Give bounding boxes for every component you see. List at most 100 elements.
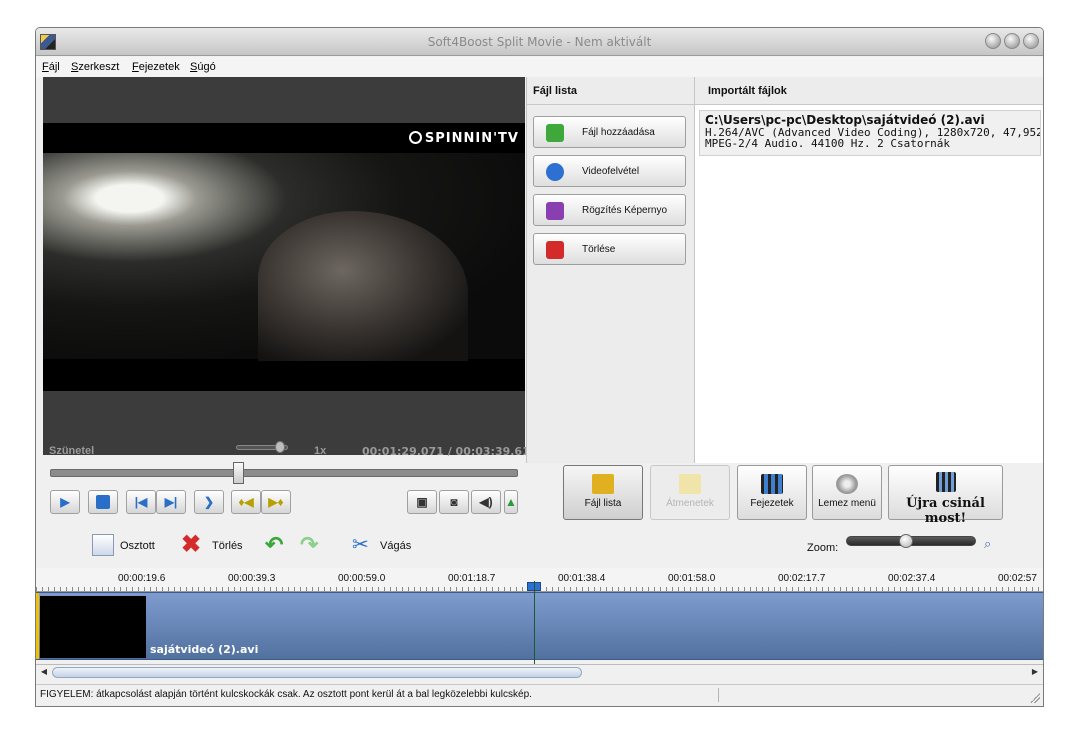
- menu-chapters[interactable]: Fejezetek: [132, 61, 180, 73]
- ruler-tick-label: 00:01:38.4: [558, 573, 606, 584]
- arrow-up-icon: ▲: [505, 495, 517, 509]
- seek-bar[interactable]: [50, 462, 518, 484]
- volume-up-button[interactable]: ▲: [504, 490, 518, 514]
- speed-slider[interactable]: [236, 441, 288, 453]
- go-to-start-button[interactable]: |◀: [126, 490, 156, 514]
- imported-audio-info: MPEG-2/4 Audio. 44100 Hz. 2 Csatornák: [705, 137, 951, 150]
- folder-icon: [592, 474, 614, 494]
- imported-files-header: Importált fájlok: [695, 77, 1043, 105]
- disc-icon: [836, 474, 858, 494]
- video-capture-icon: [546, 163, 564, 181]
- ruler-tick-label: 00:01:18.7: [448, 573, 496, 584]
- next-marker-button[interactable]: ▶♦: [261, 490, 291, 514]
- marker-prev-icon: ♦◀: [238, 495, 254, 509]
- resize-grip-icon[interactable]: [1030, 693, 1040, 703]
- snapshot-button[interactable]: ◙: [439, 490, 469, 514]
- split-label: Osztott: [120, 540, 155, 552]
- menu-bar: Fájl Szerkeszt Fejezetek Súgó: [36, 57, 1043, 77]
- speed-slider-thumb[interactable]: [275, 441, 285, 453]
- camera-icon: ◙: [450, 495, 458, 509]
- seek-thumb[interactable]: [233, 462, 244, 484]
- skip-start-icon: |◀: [134, 495, 148, 509]
- delete-label: Törlés: [212, 540, 243, 552]
- screen-record-label: Rögzítés Képernyo: [582, 205, 668, 216]
- tab-disc-menu[interactable]: Lemez menü: [812, 465, 882, 520]
- tab-disc-menu-label: Lemez menü: [818, 498, 876, 509]
- timeline-track[interactable]: sajátvideó (2).avi: [36, 592, 1043, 660]
- file-list-header: Fájl lista: [527, 77, 694, 105]
- minimize-button[interactable]: [985, 33, 1001, 49]
- file-list-panel: Fájl lista Fájl hozzáadása Videofelvétel…: [526, 77, 694, 463]
- channel-logo: SPINNIN'TV: [408, 131, 519, 146]
- playhead-line: [534, 581, 535, 664]
- delete-button[interactable]: ✖ Törlés: [181, 531, 256, 560]
- menu-file[interactable]: Fájl: [42, 61, 60, 73]
- menu-help[interactable]: Súgó: [190, 61, 216, 73]
- scissors-icon: ✂: [352, 534, 369, 556]
- menu-edit[interactable]: Szerkeszt: [71, 61, 119, 73]
- video-frame[interactable]: SPINNIN'TV: [43, 123, 525, 391]
- zoom-slider[interactable]: [846, 534, 976, 548]
- tab-file-list-label: Fájl lista: [584, 498, 622, 509]
- skip-end-icon: ▶|: [164, 495, 178, 509]
- tab-file-list[interactable]: Fájl lista: [563, 465, 643, 520]
- magnifier-icon[interactable]: ⌕: [984, 536, 991, 552]
- speed-label: 1x: [314, 445, 327, 457]
- go-to-end-button[interactable]: ▶|: [156, 490, 186, 514]
- volume-button[interactable]: ◀): [471, 490, 501, 514]
- scroll-right-icon[interactable]: ▶: [1029, 666, 1041, 678]
- video-preview-panel: SPINNIN'TV: [43, 77, 525, 455]
- clip-name: sajátvideó (2).avi: [150, 643, 259, 656]
- scrollbar-thumb[interactable]: [52, 667, 582, 678]
- ruler-tick-label: 00:00:59.0: [338, 573, 386, 584]
- imported-file-item[interactable]: C:\Users\pc-pc\Desktop\sajátvideó (2).av…: [699, 110, 1041, 156]
- fullscreen-button[interactable]: ▣: [407, 490, 437, 514]
- redo-icon: ↷: [300, 532, 319, 557]
- go-button-label: Újra csinál most!: [906, 496, 985, 526]
- monitor-icon: ▣: [416, 495, 428, 509]
- prev-marker-button[interactable]: ♦◀: [231, 490, 261, 514]
- imported-files-panel: Importált fájlok C:\Users\pc-pc\Desktop\…: [694, 77, 1043, 463]
- status-message: FIGYELEM: átkapcsolást alapján történt k…: [40, 689, 532, 700]
- split-button[interactable]: Osztott: [92, 534, 172, 560]
- video-subject: [258, 211, 468, 361]
- playback-status: Szünetel: [49, 445, 95, 457]
- tab-transitions[interactable]: Átmenetek: [650, 465, 730, 520]
- screen-record-button[interactable]: Rögzítés Képernyo: [533, 194, 686, 226]
- redo-button[interactable]: ↷: [300, 534, 326, 560]
- film-icon: [761, 474, 783, 494]
- video-image: [43, 153, 525, 361]
- clip-start-handle[interactable]: [36, 593, 39, 659]
- film-strip-icon: [935, 472, 956, 492]
- close-button[interactable]: [1023, 33, 1039, 49]
- go-button[interactable]: Újra csinál most!: [888, 465, 1003, 526]
- next-frame-button[interactable]: ❯: [194, 490, 224, 514]
- delete-file-label: Törlése: [582, 244, 616, 255]
- add-file-icon: [546, 124, 564, 142]
- status-bar: FIGYELEM: átkapcsolást alapján történt k…: [36, 684, 1043, 706]
- zoom-slider-thumb[interactable]: [899, 534, 913, 548]
- stop-button[interactable]: [88, 490, 118, 514]
- play-button[interactable]: ▶: [50, 490, 80, 514]
- video-capture-button[interactable]: Videofelvétel: [533, 155, 686, 187]
- delete-file-button[interactable]: Törlése: [533, 233, 686, 265]
- tab-chapters[interactable]: Fejezetek: [737, 465, 807, 520]
- red-x-icon: ✖: [181, 531, 202, 558]
- tab-chapters-label: Fejezetek: [750, 498, 794, 509]
- cut-label: Vágás: [380, 540, 412, 552]
- timeline-scrollbar[interactable]: ◀ ▶: [36, 664, 1043, 679]
- undo-button[interactable]: ↶: [265, 534, 291, 560]
- scroll-left-icon[interactable]: ◀: [38, 666, 50, 678]
- zoom-label: Zoom:: [807, 542, 839, 554]
- ruler-tick-label: 00:00:19.6: [118, 573, 166, 584]
- ruler-tick-label: 00:02:57: [998, 573, 1037, 584]
- window-title: Soft4Boost Split Movie - Nem aktivált: [427, 35, 652, 49]
- cut-button[interactable]: ✂ Vágás: [352, 534, 427, 560]
- timeline-ruler[interactable]: 00:00:19.6 00:00:39.3 00:00:59.0 00:01:1…: [36, 568, 1043, 592]
- maximize-button[interactable]: [1004, 33, 1020, 49]
- tab-transitions-label: Átmenetek: [666, 498, 714, 509]
- ruler-tick-label: 00:02:37.4: [888, 573, 936, 584]
- add-file-button[interactable]: Fájl hozzáadása: [533, 116, 686, 148]
- star-icon: [679, 474, 701, 494]
- ruler-tick-label: 00:00:39.3: [228, 573, 276, 584]
